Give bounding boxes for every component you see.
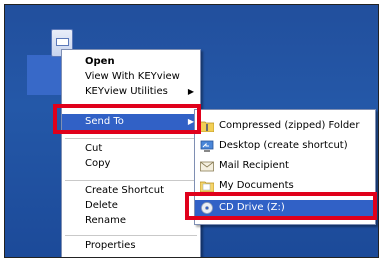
menu-item-keyview-utilities[interactable]: KEYview Utilities ▶	[62, 84, 200, 100]
menu-item-label: Create Shortcut	[85, 185, 164, 196]
menu-item-label: Delete	[85, 200, 118, 211]
zip-folder-icon	[200, 121, 214, 132]
menu-item-copy[interactable]: Copy	[62, 156, 200, 172]
menu-separator	[65, 180, 197, 181]
mail-icon	[200, 161, 214, 172]
submenu-item-label: Desktop (create shortcut)	[219, 140, 348, 151]
menu-item-label: Properties	[85, 240, 136, 251]
cd-drive-highlight-box	[185, 192, 377, 220]
context-menu: Open View With KEYview KEYview Utilities…	[61, 49, 201, 257]
menu-item-delete[interactable]: Delete	[62, 198, 200, 214]
menu-item-label: Cut	[85, 143, 103, 154]
desktop-shortcut-icon	[200, 140, 214, 152]
menu-separator	[65, 235, 197, 236]
menu-item-label: KEYview Utilities	[85, 86, 168, 97]
menu-item-label: Open	[85, 56, 115, 67]
menu-item-create-shortcut[interactable]: Create Shortcut	[62, 183, 200, 199]
menu-item-rename[interactable]: Rename	[62, 213, 200, 229]
desktop-screenshot: Open View With KEYview KEYview Utilities…	[4, 4, 379, 258]
submenu-item-mail-recipient[interactable]: Mail Recipient	[195, 158, 375, 174]
menu-item-open[interactable]: Open	[62, 54, 200, 70]
send-to-highlight-box	[53, 104, 201, 134]
menu-item-label: View With KEYview	[85, 71, 180, 82]
menu-item-view-with-keyview[interactable]: View With KEYview	[62, 69, 200, 85]
submenu-item-compressed-folder[interactable]: Compressed (zipped) Folder	[195, 118, 375, 134]
submenu-item-label: Mail Recipient	[219, 160, 289, 171]
menu-item-label: Rename	[85, 215, 127, 226]
menu-item-cut[interactable]: Cut	[62, 141, 200, 157]
menu-separator	[65, 138, 197, 139]
menu-item-label: Copy	[85, 158, 111, 169]
submenu-arrow-icon: ▶	[187, 87, 194, 96]
submenu-item-label: Compressed (zipped) Folder	[219, 120, 360, 131]
folder-icon	[200, 181, 214, 192]
menu-item-properties[interactable]: Properties	[62, 238, 200, 254]
submenu-item-desktop-shortcut[interactable]: Desktop (create shortcut)	[195, 138, 375, 154]
